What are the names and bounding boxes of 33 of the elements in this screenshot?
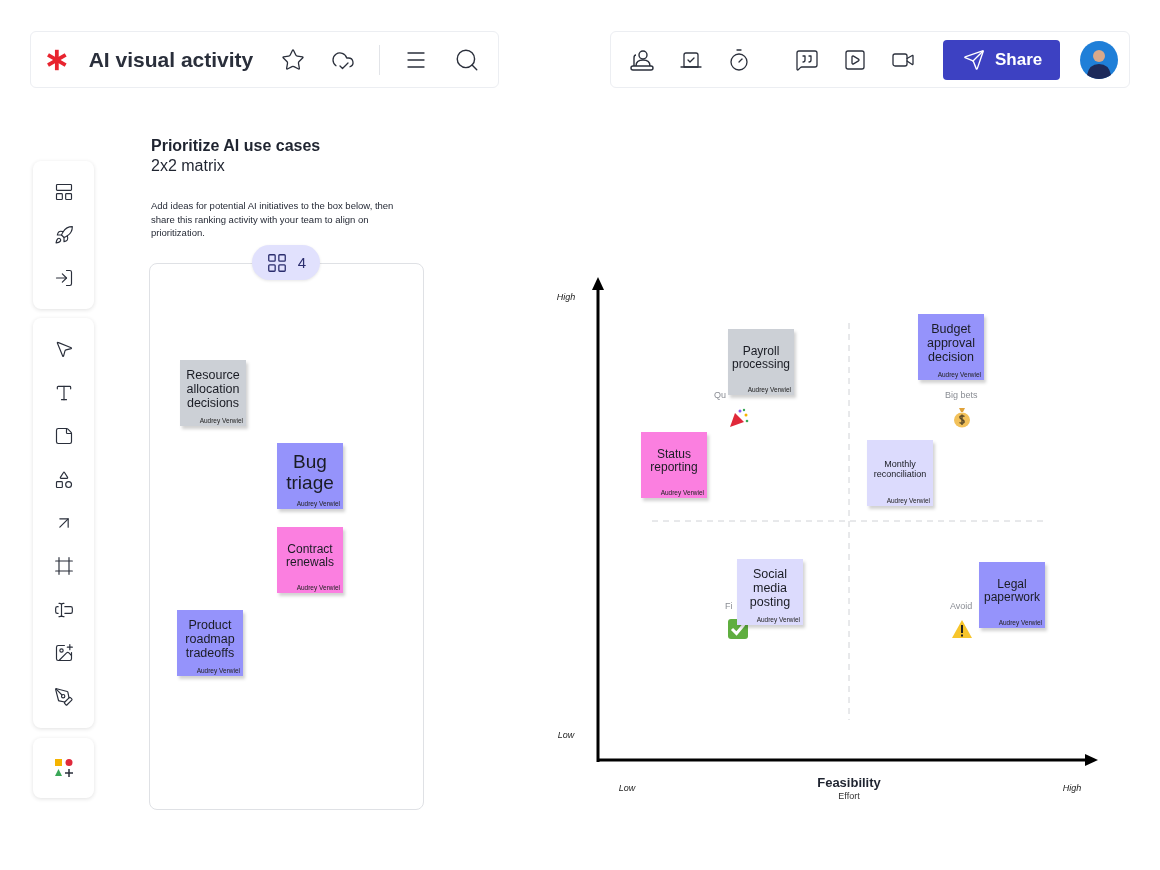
activity-description: Add ideas for potential AI initiatives to the box below, then share this ranking activity with your team to align on prioritization.	[151, 199, 395, 240]
avatar[interactable]	[1080, 40, 1119, 79]
note-count-badge[interactable]: 4	[252, 245, 320, 280]
axis-label: Low	[618, 783, 636, 793]
quadrant-label: Fi	[725, 601, 733, 611]
note-text: Contract renewals	[285, 542, 335, 570]
note-text: Monthly reconciliation	[872, 458, 928, 480]
note-text: Social media posting	[748, 567, 792, 609]
note-text: Budget approval decision	[926, 322, 976, 364]
note-count: 4	[297, 254, 307, 271]
axis-label: High	[556, 292, 576, 302]
note-text: Resource allocation decisions	[185, 368, 241, 410]
note-text: Product roadmap tradeoffs	[184, 618, 236, 660]
board-title: AI visual activity	[88, 47, 254, 72]
note-text: Payroll processing	[731, 344, 791, 372]
grid-icon	[265, 251, 288, 274]
quadrant-label: Big bets	[945, 390, 978, 400]
quadrant-label: Avoid	[950, 601, 973, 611]
money-bag-icon	[951, 406, 973, 428]
activity-subtitle: 2x2 matrix	[151, 157, 225, 175]
axis-subtitle: Effort	[838, 791, 860, 801]
note-text: Status reporting	[649, 447, 699, 475]
note-text: Bug triage	[285, 450, 335, 494]
paper-plane-icon	[963, 48, 985, 71]
quadrant-label: Qu	[714, 390, 726, 400]
axis-title: Feasibility	[817, 775, 881, 790]
party-popper-icon	[728, 407, 750, 429]
axis-label: High	[1062, 783, 1082, 793]
note-text: Legal paperwork	[983, 577, 1041, 605]
warning-icon	[951, 619, 973, 639]
share-button[interactable]: Share	[943, 39, 1061, 80]
activity-title: Prioritize AI use cases	[151, 137, 321, 155]
axis-label: Low	[557, 730, 575, 740]
